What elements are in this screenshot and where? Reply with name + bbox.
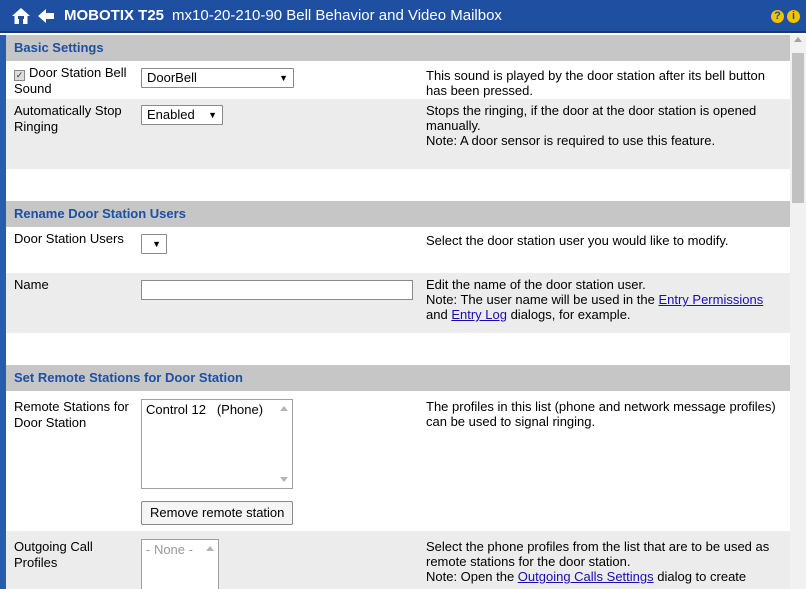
bell-sound-checkbox[interactable]: ✓ [14, 70, 25, 81]
section-basic-settings: Basic Settings [6, 35, 790, 61]
spacer-row [6, 169, 790, 201]
row-door-station-users: Door Station Users ▼ Select the door sta… [6, 227, 790, 273]
info-icon[interactable]: i [787, 10, 800, 23]
name-input[interactable] [141, 280, 413, 300]
row-remote-stations: Remote Stations for Door Station Control… [6, 391, 790, 531]
door-station-users-description: Select the door station user you would l… [426, 233, 729, 248]
main-content: Basic Settings ✓ Door Station Bell Sound … [0, 35, 790, 589]
remove-remote-station-button[interactable]: Remove remote station [141, 501, 294, 525]
remote-stations-listbox[interactable]: Control 12 (Phone) [141, 399, 293, 489]
outgoing-call-profiles-listbox[interactable]: - None - [141, 539, 219, 589]
row-outgoing-call-profiles: Outgoing Call Profiles - None - Select t… [6, 531, 790, 589]
auto-stop-description: Stops the ringing, if the door at the do… [426, 103, 757, 148]
scroll-up-icon[interactable] [206, 546, 214, 551]
bell-sound-label: ✓ Door Station Bell Sound [14, 65, 127, 96]
bell-sound-description: This sound is played by the door station… [426, 68, 765, 98]
name-label: Name [14, 277, 49, 292]
page-title: mx10-20-210-90 Bell Behavior and Video M… [172, 7, 502, 24]
outgoing-call-profiles-label: Outgoing Call Profiles [14, 539, 93, 570]
remote-stations-description: The profiles in this list (phone and net… [426, 399, 776, 429]
title-bar: MOBOTIX T25 mx10-20-210-90 Bell Behavior… [0, 0, 806, 33]
scrollbar-thumb[interactable] [792, 53, 804, 203]
chevron-down-icon: ▼ [279, 73, 288, 83]
row-bell-sound: ✓ Door Station Bell Sound DoorBell ▼ This… [6, 61, 790, 99]
entry-log-link[interactable]: Entry Log [451, 307, 507, 322]
auto-stop-label: Automatically Stop Ringing [14, 103, 122, 134]
door-station-users-select[interactable]: ▼ [141, 234, 167, 254]
home-icon[interactable] [10, 5, 32, 27]
chevron-down-icon: ▼ [208, 110, 217, 120]
list-item[interactable]: - None - [146, 542, 193, 557]
chevron-down-icon: ▼ [152, 239, 161, 249]
help-icon[interactable]: ? [771, 10, 784, 23]
list-item[interactable]: Control 12 (Phone) [146, 402, 263, 417]
page-scrollbar[interactable] [790, 35, 806, 589]
scroll-up-icon[interactable] [280, 406, 288, 411]
section-rename-users: Rename Door Station Users [6, 201, 790, 227]
outgoing-call-profiles-description: Select the phone profiles from the list … [426, 539, 770, 584]
brand-name: MOBOTIX T25 [64, 7, 165, 24]
section-remote-stations: Set Remote Stations for Door Station [6, 365, 790, 391]
spacer-row [6, 333, 790, 365]
row-name: Name Edit the name of the door station u… [6, 273, 790, 333]
back-arrow-icon[interactable] [38, 8, 54, 24]
auto-stop-select[interactable]: Enabled ▼ [141, 105, 223, 125]
scroll-down-icon[interactable] [280, 477, 288, 482]
scroll-up-icon[interactable] [794, 37, 802, 42]
entry-permissions-link[interactable]: Entry Permissions [658, 292, 763, 307]
row-auto-stop: Automatically Stop Ringing Enabled ▼ Sto… [6, 99, 790, 169]
bell-sound-select[interactable]: DoorBell ▼ [141, 68, 294, 88]
outgoing-calls-settings-link[interactable]: Outgoing Calls Settings [518, 569, 654, 584]
door-station-users-label: Door Station Users [14, 231, 124, 246]
name-description: Edit the name of the door station user. … [426, 277, 764, 322]
remote-stations-label: Remote Stations for Door Station [14, 399, 129, 430]
